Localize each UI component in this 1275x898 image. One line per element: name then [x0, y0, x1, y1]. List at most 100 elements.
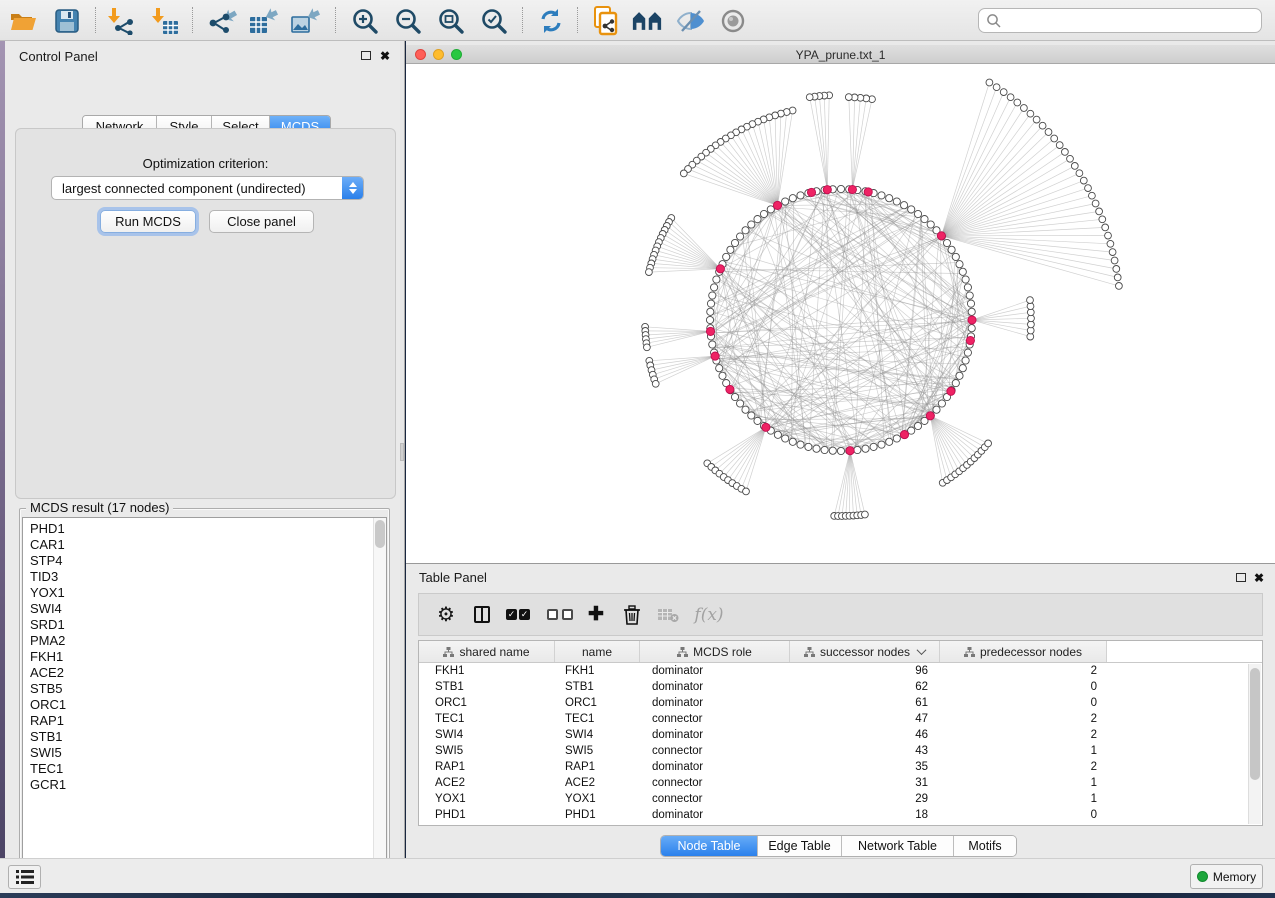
search-box[interactable] — [978, 8, 1262, 33]
network-node[interactable] — [967, 300, 974, 307]
refresh-layout-icon[interactable] — [536, 6, 566, 36]
network-node[interactable] — [709, 292, 716, 299]
network-node[interactable] — [709, 341, 716, 348]
network-node[interactable] — [1116, 283, 1123, 290]
network-node[interactable] — [878, 192, 885, 199]
network-node[interactable] — [947, 387, 955, 395]
optimization-criterion-select[interactable]: largest connected component (undirected) — [51, 176, 364, 200]
scrollbar-thumb[interactable] — [1250, 668, 1260, 780]
export-table-icon[interactable] — [248, 6, 278, 36]
network-node[interactable] — [837, 447, 844, 454]
network-node[interactable] — [1067, 155, 1074, 162]
network-node[interactable] — [848, 185, 856, 193]
network-node[interactable] — [893, 198, 900, 205]
column-header-name[interactable]: name — [555, 641, 640, 662]
network-node[interactable] — [962, 276, 969, 283]
network-node[interactable] — [968, 325, 975, 332]
network-node[interactable] — [986, 79, 993, 86]
tab-network-table[interactable]: Network Table — [842, 836, 954, 856]
network-node[interactable] — [1000, 89, 1007, 96]
network-node[interactable] — [956, 372, 963, 379]
first-neighbors-icon[interactable] — [632, 6, 662, 36]
network-node[interactable] — [707, 308, 714, 315]
table-settings-icon[interactable]: ⚙ — [431, 594, 461, 635]
network-node[interactable] — [727, 246, 734, 253]
network-node[interactable] — [959, 268, 966, 275]
network-node[interactable] — [952, 253, 959, 260]
network-node[interactable] — [1045, 129, 1052, 136]
import-table-icon[interactable] — [150, 6, 180, 36]
network-node[interactable] — [956, 261, 963, 268]
network-node[interactable] — [726, 385, 734, 393]
network-node[interactable] — [805, 443, 812, 450]
import-network-icon[interactable] — [106, 6, 136, 36]
network-node[interactable] — [886, 438, 893, 445]
zoom-selected-icon[interactable] — [479, 6, 509, 36]
network-node[interactable] — [719, 372, 726, 379]
network-node[interactable] — [968, 316, 976, 324]
network-node[interactable] — [813, 445, 820, 452]
save-icon[interactable] — [52, 6, 82, 36]
network-node[interactable] — [1051, 135, 1058, 142]
network-canvas[interactable] — [406, 64, 1275, 563]
network-node[interactable] — [837, 185, 844, 192]
network-node[interactable] — [754, 417, 761, 424]
table-row[interactable]: FKH1FKH1dominator962 — [419, 663, 1262, 679]
network-node[interactable] — [926, 412, 934, 420]
network-node[interactable] — [762, 423, 770, 431]
table-row[interactable]: SWI4SWI4dominator462 — [419, 727, 1262, 743]
network-node[interactable] — [646, 269, 653, 276]
new-network-from-selection-icon[interactable] — [591, 6, 621, 36]
network-node[interactable] — [723, 253, 730, 260]
network-node[interactable] — [921, 216, 928, 223]
network-node[interactable] — [878, 441, 885, 448]
network-node[interactable] — [797, 441, 804, 448]
network-node[interactable] — [711, 352, 719, 360]
network-node[interactable] — [823, 186, 831, 194]
network-node[interactable] — [886, 195, 893, 202]
network-node[interactable] — [782, 435, 789, 442]
show-all-icon[interactable] — [718, 6, 748, 36]
table-row[interactable]: ORC1ORC1dominator610 — [419, 695, 1262, 711]
network-node[interactable] — [864, 188, 872, 196]
network-node[interactable] — [1099, 216, 1106, 223]
network-node[interactable] — [1027, 110, 1034, 117]
deselect-all-icon[interactable] — [543, 594, 577, 635]
network-node[interactable] — [862, 511, 869, 518]
network-node[interactable] — [789, 438, 796, 445]
network-node[interactable] — [742, 406, 749, 413]
table-row[interactable]: STB1STB1dominator620 — [419, 679, 1262, 695]
network-node[interactable] — [908, 206, 915, 213]
table-scrollbar[interactable] — [1248, 664, 1261, 824]
network-node[interactable] — [731, 393, 738, 400]
network-node[interactable] — [706, 316, 713, 323]
network-node[interactable] — [1071, 163, 1078, 170]
network-node[interactable] — [737, 400, 744, 407]
network-node[interactable] — [743, 488, 750, 495]
table-pane-mode-icon[interactable] — [467, 594, 497, 635]
close-panel-button[interactable]: Close panel — [209, 210, 314, 233]
network-node[interactable] — [968, 308, 975, 315]
hide-selected-icon[interactable] — [676, 6, 706, 36]
network-node[interactable] — [964, 349, 971, 356]
network-node[interactable] — [760, 210, 767, 217]
scrollbar-thumb[interactable] — [375, 520, 385, 548]
network-node[interactable] — [1027, 297, 1034, 304]
network-node[interactable] — [1085, 185, 1092, 192]
network-node[interactable] — [652, 380, 659, 387]
network-node[interactable] — [748, 221, 755, 228]
network-node[interactable] — [893, 435, 900, 442]
network-node[interactable] — [1014, 99, 1021, 106]
network-node[interactable] — [937, 232, 945, 240]
table-row[interactable]: PHD1PHD1dominator180 — [419, 807, 1262, 823]
network-node[interactable] — [716, 365, 723, 372]
network-node[interactable] — [806, 94, 813, 101]
network-node[interactable] — [993, 84, 1000, 91]
tab-node-table[interactable]: Node Table — [661, 836, 758, 856]
network-node[interactable] — [943, 239, 950, 246]
column-header-shared-name[interactable]: shared name — [419, 641, 555, 662]
network-node[interactable] — [952, 380, 959, 387]
network-node[interactable] — [1102, 224, 1109, 231]
network-node[interactable] — [1062, 149, 1069, 156]
network-node[interactable] — [1096, 208, 1103, 215]
